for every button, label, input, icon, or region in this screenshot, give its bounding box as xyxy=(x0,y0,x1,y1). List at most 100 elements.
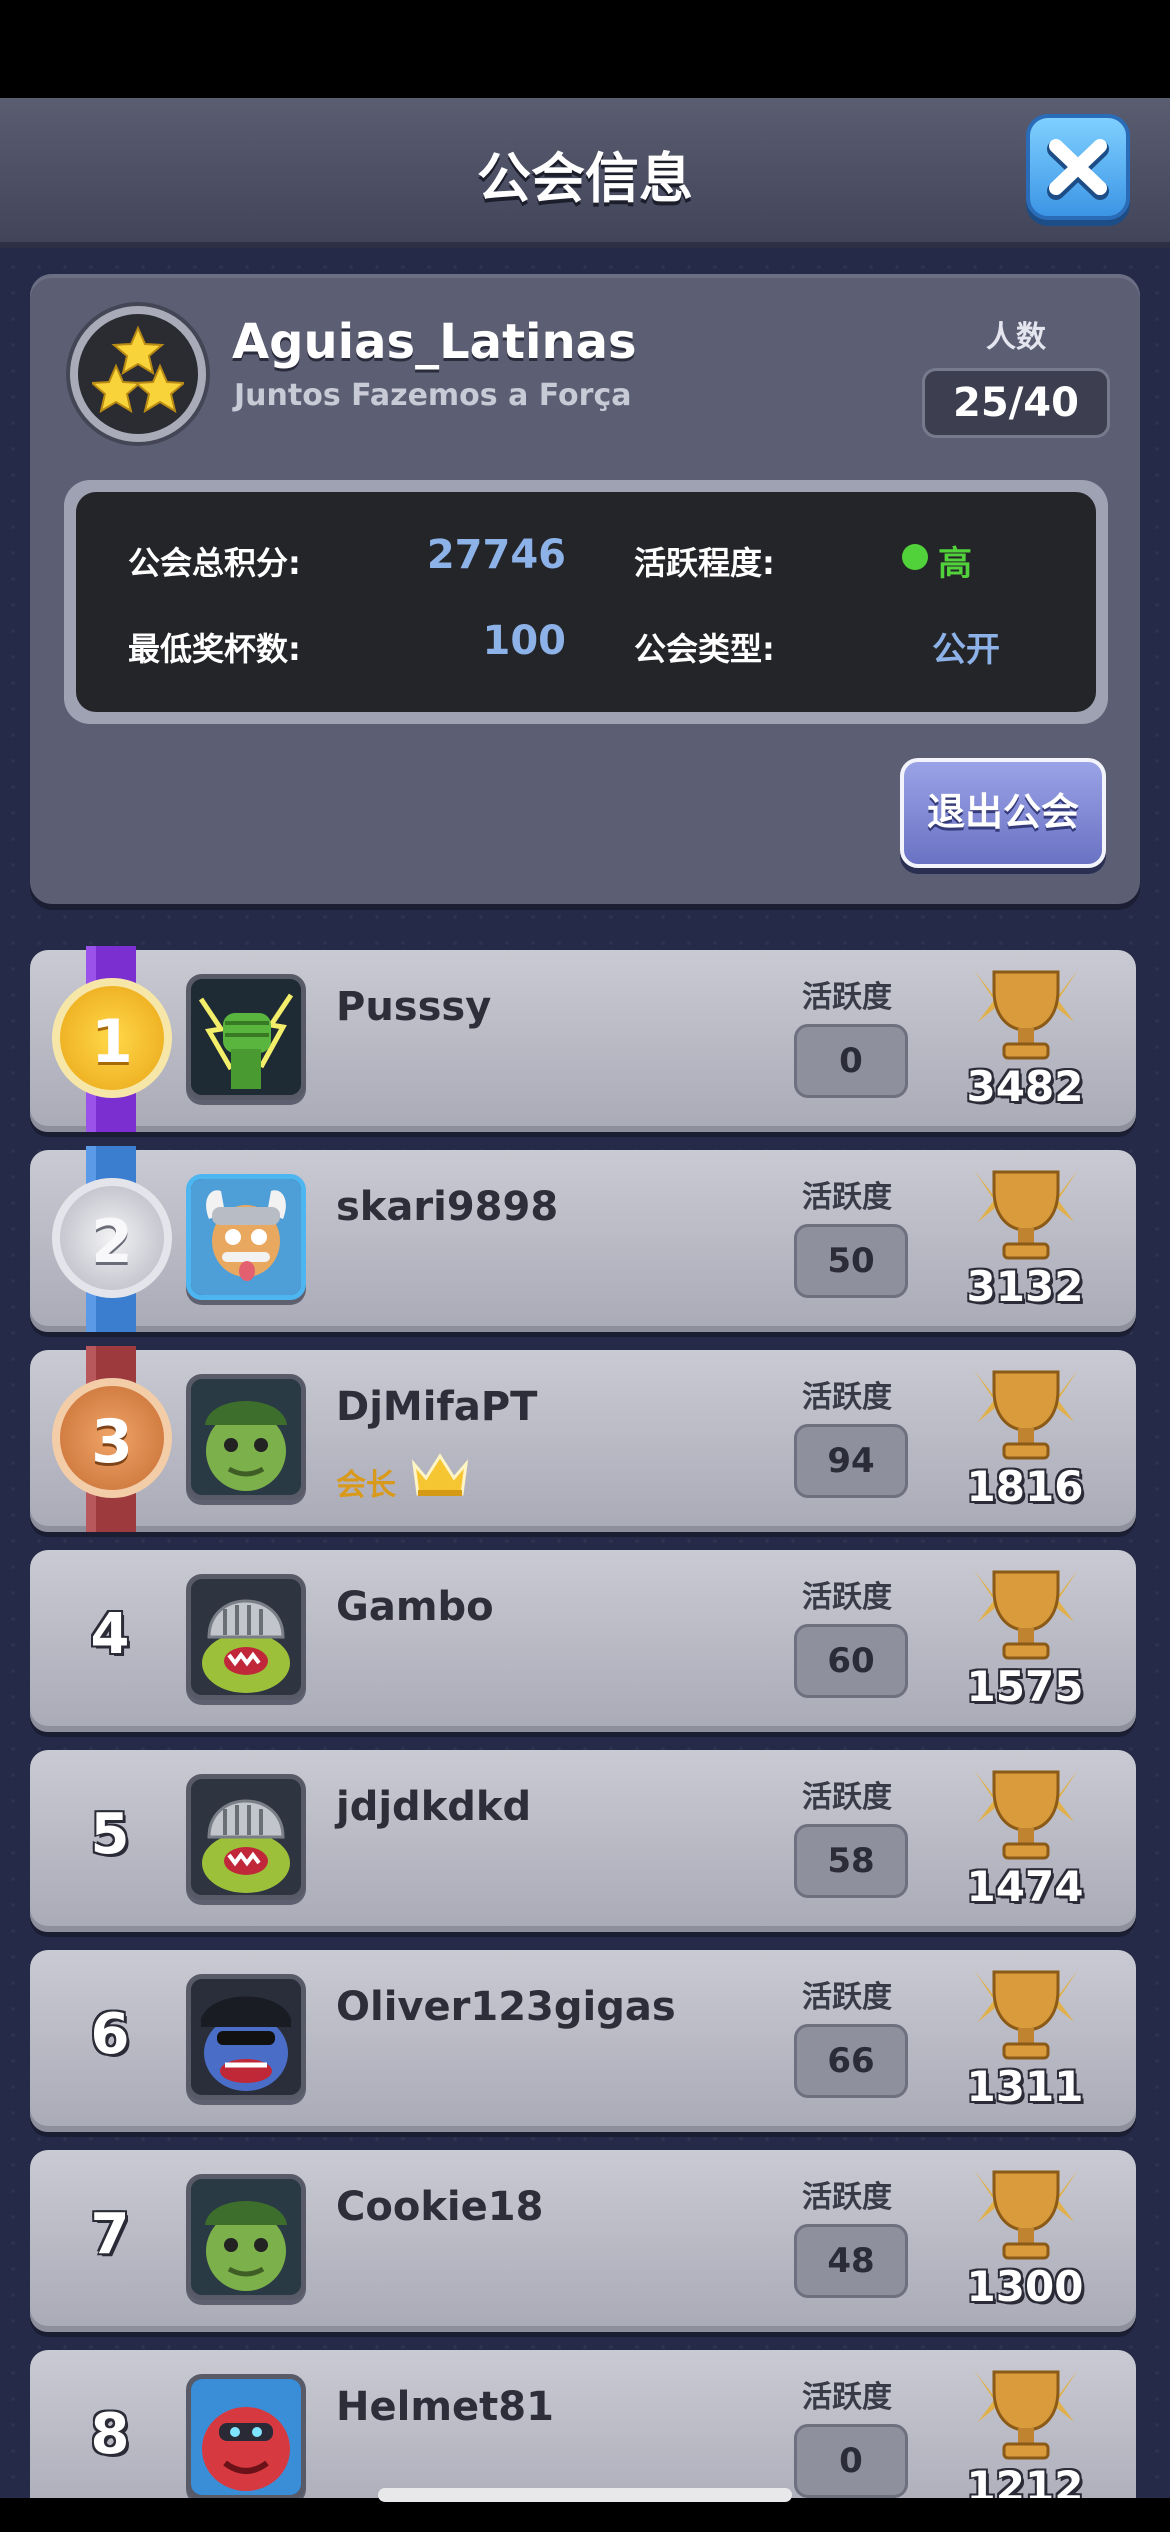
guild-name: Aguias_Latinas xyxy=(232,314,637,370)
lightning-fist-avatar-icon xyxy=(191,979,301,1095)
guild-type-value: 公开 xyxy=(932,630,1000,670)
trophy-icon xyxy=(974,1170,1078,1260)
rank-number: 5 xyxy=(90,1802,130,1867)
trophy-count: 1816 xyxy=(966,1462,1084,1511)
soldier-avatar-icon xyxy=(191,2179,301,2295)
status-bar xyxy=(0,0,1170,98)
activity-label: 活跃度 xyxy=(802,1180,892,1215)
member-row[interactable]: 1 Pusssy 活跃度 0 3482 xyxy=(30,946,1136,1132)
guild-emblem xyxy=(70,306,206,442)
activity-label: 活跃度 xyxy=(802,980,892,1015)
activity-value: 58 xyxy=(794,1824,908,1898)
activity-value: 66 xyxy=(794,2024,908,2098)
rank-number: 8 xyxy=(90,2402,130,2467)
guild-motto: Juntos Fazemos a Força xyxy=(234,378,632,413)
activity-value: 0 xyxy=(794,1024,908,1098)
activity-label: 活跃度 xyxy=(802,1380,892,1415)
title-bar: 公会信息 xyxy=(0,98,1170,248)
member-row[interactable]: 2 skari9898 活跃度 50 3132 xyxy=(30,1146,1136,1332)
avatar xyxy=(186,974,306,1100)
rank-number: 4 xyxy=(90,1602,130,1667)
three-stars-icon xyxy=(92,325,184,414)
activity-level-value: 高 xyxy=(938,544,972,584)
gold-medal-icon: 1 xyxy=(52,978,172,1098)
player-name: skari9898 xyxy=(336,1184,559,1230)
close-button[interactable] xyxy=(1026,114,1130,220)
leave-guild-button[interactable]: 退出公会 xyxy=(900,758,1106,868)
guild-info-panel: Aguias_Latinas Juntos Fazemos a Força 人数… xyxy=(30,274,1140,904)
rank-number: 7 xyxy=(90,2202,130,2267)
member-row[interactable]: 4 Gambo 活跃度 60 1575 xyxy=(30,1550,1136,1732)
activity-label: 活跃度 xyxy=(802,1580,892,1615)
activity-level-label: 活跃程度: xyxy=(634,544,775,582)
trophy-icon xyxy=(974,970,1078,1060)
leader-tag: 会长 xyxy=(336,1468,396,1503)
min-trophies-label: 最低奖杯数: xyxy=(128,630,301,668)
activity-label: 活跃度 xyxy=(802,1780,892,1815)
avatar xyxy=(186,1374,306,1500)
home-indicator[interactable] xyxy=(378,2488,792,2502)
player-name: Cookie18 xyxy=(336,2184,544,2230)
member-row[interactable]: 3 DjMifaPT 会长 活跃度 94 1816 xyxy=(30,1346,1136,1532)
member-row[interactable]: 7 Cookie18 活跃度 48 1300 xyxy=(30,2150,1136,2332)
page-title: 公会信息 xyxy=(477,147,693,210)
activity-value: 94 xyxy=(794,1424,908,1498)
player-name: jdjdkdkd xyxy=(336,1784,532,1830)
bronze-medal-icon: 3 xyxy=(52,1378,172,1498)
trophy-icon xyxy=(974,1570,1078,1660)
member-row[interactable]: 8 Helmet81 活跃度 0 1212 xyxy=(30,2350,1136,2498)
player-name: Helmet81 xyxy=(336,2384,554,2430)
total-points-label: 公会总积分: xyxy=(128,544,301,582)
activity-value: 60 xyxy=(794,1624,908,1698)
guild-stats: 公会总积分: 27746 活跃程度: 高 最低奖杯数: 100 公会类型: 公开 xyxy=(76,492,1096,712)
home-indicator-area xyxy=(0,2498,1170,2532)
activity-label: 活跃度 xyxy=(802,1980,892,2015)
red-monster-avatar-icon xyxy=(191,2379,301,2495)
soldier-avatar-icon xyxy=(191,1379,301,1495)
total-points-value: 27746 xyxy=(426,532,566,578)
trophy-count: 3132 xyxy=(966,1262,1084,1311)
guild-info-screen: 公会信息 Aguias_Latinas Juntos Fazemos a For… xyxy=(0,98,1170,2498)
silver-medal-icon: 2 xyxy=(52,1178,172,1298)
knight-avatar-icon xyxy=(191,1779,301,1895)
avatar xyxy=(186,2174,306,2300)
player-name: Gambo xyxy=(336,1584,494,1630)
trophy-icon xyxy=(974,2370,1078,2460)
members-label: 人数 xyxy=(986,320,1046,355)
trophy-icon xyxy=(974,1770,1078,1860)
trophy-count: 1474 xyxy=(966,1862,1084,1911)
members-count: 25/40 xyxy=(922,368,1110,438)
trophy-count: 1311 xyxy=(966,2062,1084,2111)
close-x-icon xyxy=(1047,139,1109,200)
min-trophies-value: 100 xyxy=(482,618,567,664)
viking-avatar-icon xyxy=(191,1179,301,1295)
trophy-icon xyxy=(974,2170,1078,2260)
crown-icon xyxy=(411,1453,469,1496)
trophy-count: 1300 xyxy=(966,2262,1084,2311)
pirate-avatar-icon xyxy=(191,1979,301,2095)
trophy-icon xyxy=(974,1970,1078,2060)
avatar xyxy=(186,1974,306,2100)
knight-avatar-icon xyxy=(191,1579,301,1695)
player-name: Oliver123gigas xyxy=(336,1984,676,2030)
activity-label: 活跃度 xyxy=(802,2180,892,2215)
avatar xyxy=(186,2374,306,2498)
guild-type-label: 公会类型: xyxy=(634,630,775,668)
member-row[interactable]: 5 jdjdkdkd 活跃度 58 1474 xyxy=(30,1750,1136,1932)
activity-value: 0 xyxy=(794,2424,908,2498)
trophy-count: 3482 xyxy=(966,1062,1084,1111)
avatar xyxy=(186,1174,306,1300)
player-name: DjMifaPT xyxy=(336,1384,538,1430)
player-name: Pusssy xyxy=(336,984,492,1030)
trophy-count: 1212 xyxy=(966,2462,1084,2498)
activity-label: 活跃度 xyxy=(802,2380,892,2415)
guild-stats-frame: 公会总积分: 27746 活跃程度: 高 最低奖杯数: 100 公会类型: 公开 xyxy=(64,480,1108,724)
activity-value: 48 xyxy=(794,2224,908,2298)
trophy-count: 1575 xyxy=(966,1662,1084,1711)
rank-number: 6 xyxy=(90,2002,130,2067)
member-row[interactable]: 6 Oliver123gigas 活跃度 66 1311 xyxy=(30,1950,1136,2132)
avatar xyxy=(186,1774,306,1900)
avatar xyxy=(186,1574,306,1700)
activity-value: 50 xyxy=(794,1224,908,1298)
activity-dot-icon xyxy=(902,544,928,570)
